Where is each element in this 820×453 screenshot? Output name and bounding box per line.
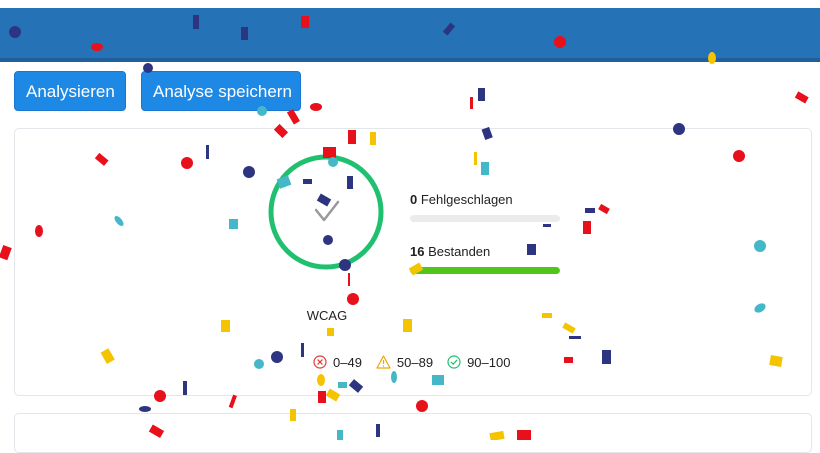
- check-circle-icon: [447, 355, 461, 369]
- legend-range-average: 50–89: [396, 354, 434, 370]
- save-analysis-button[interactable]: Analyse speichern: [141, 71, 301, 111]
- legend-item-average: 50–89: [376, 355, 433, 370]
- passed-metric: 16 Bestanden: [410, 244, 562, 274]
- legend-range-pass: 90–100: [467, 354, 511, 370]
- app-header: [0, 8, 820, 62]
- passed-count: 16: [410, 244, 425, 259]
- failed-label: Fehlgeschlagen: [420, 192, 513, 207]
- secondary-card: [14, 413, 812, 453]
- legend-item-pass: 90–100: [447, 355, 510, 370]
- failed-count: 0: [410, 192, 418, 207]
- analyze-button[interactable]: Analysieren: [14, 71, 126, 111]
- error-circle-icon: [313, 355, 327, 369]
- header-accent-strip: [0, 58, 820, 62]
- failed-metric-text: 0 Fehlgeschlagen: [410, 192, 562, 207]
- failed-metric: 0 Fehlgeschlagen: [410, 192, 562, 222]
- passed-progress-fill: [410, 267, 560, 274]
- score-ring-circle: [268, 154, 384, 270]
- score-legend: 0–49 50–89 90–100: [313, 352, 524, 372]
- passed-metric-text: 16 Bestanden: [410, 244, 562, 259]
- legend-item-fail: 0–49: [313, 355, 362, 370]
- warning-triangle-icon: [376, 355, 391, 369]
- legend-range-fail: 0–49: [333, 354, 362, 370]
- check-icon: [314, 200, 340, 222]
- passed-label: Bestanden: [428, 244, 491, 259]
- failed-progress-bar: [410, 215, 560, 222]
- score-ring: [268, 154, 384, 270]
- passed-progress-bar: [410, 267, 560, 274]
- score-category-label: WCAG: [306, 308, 348, 323]
